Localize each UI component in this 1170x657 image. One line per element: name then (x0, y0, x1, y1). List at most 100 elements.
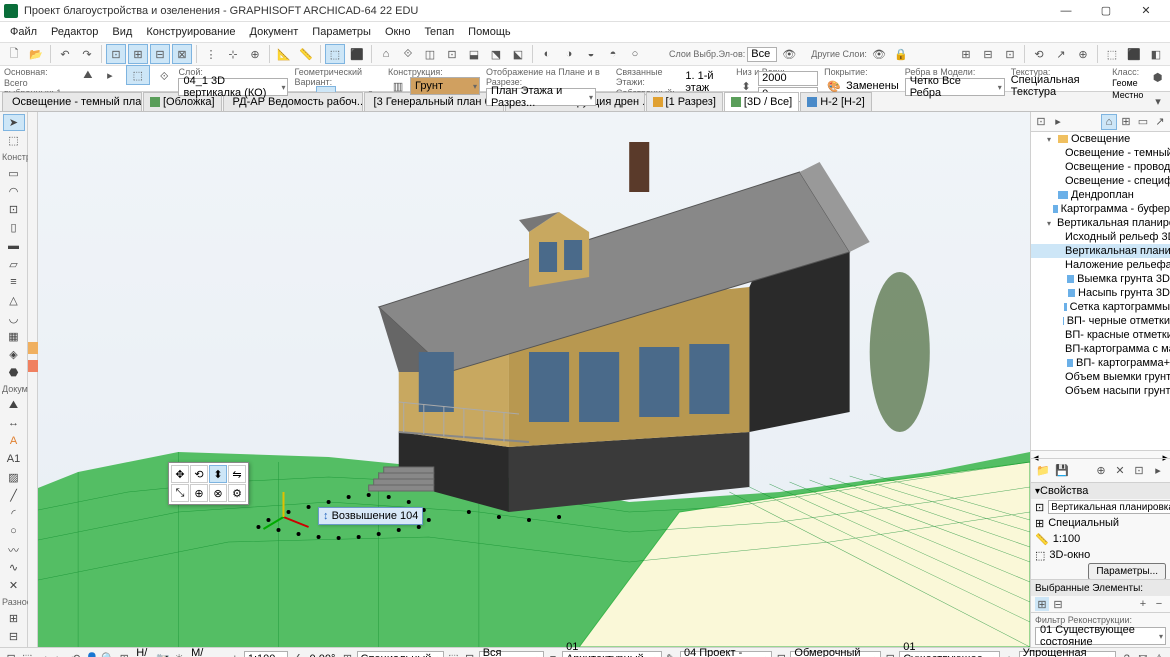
mesh-tool[interactable]: ⛰ (3, 397, 25, 414)
pet-mirror[interactable]: ⇋ (228, 465, 246, 483)
tree-item[interactable]: ▾Вертикальная планировка (1031, 216, 1170, 230)
sb-walk[interactable]: 👤 (85, 650, 99, 657)
tree-item[interactable]: Дендроплан (1031, 188, 1170, 202)
element-icon[interactable]: ⛰ (78, 65, 98, 85)
tab-section[interactable]: [1 Разрез] (646, 92, 723, 111)
layer-vis-3[interactable]: 🔒 (891, 44, 911, 64)
sb-zoom[interactable]: 🔍 (101, 650, 115, 657)
dimension-tool[interactable]: ↔ (3, 415, 25, 432)
sb-orbit[interactable]: ⟲ (69, 650, 83, 657)
class-icon[interactable]: ⬢ (1149, 67, 1166, 87)
tree-item[interactable]: ВП- картограмма+ (1031, 356, 1170, 370)
misc-btn-4[interactable]: ⟲ (1029, 44, 1049, 64)
renovation-filter-combo[interactable]: 01 Существующее состояние (1035, 627, 1166, 645)
column-tool[interactable]: ▯ (3, 219, 25, 236)
fill-tool[interactable]: ▨ (3, 469, 25, 486)
maximize-button[interactable]: ▢ (1086, 0, 1126, 22)
3d-viewport[interactable]: ✥ ⟲ ⬍ ⇋ ⤡ ⊕ ⊗ ⚙ ↕ Возвышение 104 (28, 112, 1030, 647)
grid-button-3[interactable]: ⊕ (245, 44, 265, 64)
pet-offset[interactable]: ⊕ (190, 484, 208, 502)
sb-shading-combo[interactable]: Упрощенная Окра... (1019, 651, 1116, 657)
navigator-tree[interactable]: ▾ОсвещениеОсвещение - темный плаОсвещени… (1031, 132, 1170, 450)
open-button[interactable]: 📂 (26, 44, 46, 64)
minimize-button[interactable]: — (1046, 0, 1086, 22)
nav-tab-layout[interactable]: ▭ (1135, 114, 1151, 130)
polyline-tool[interactable]: 〰 (3, 541, 25, 558)
nav-action-4[interactable]: ▸ (1150, 463, 1166, 479)
sb-layer-icon[interactable]: ≡ (546, 650, 560, 657)
edges-combo[interactable]: Четко Все Ребра (905, 78, 1005, 96)
misc-btn-5[interactable]: ↗ (1051, 44, 1071, 64)
sb-opt-icon-2[interactable]: ⬚ (446, 650, 460, 657)
tool-btn-c[interactable]: ◒ (581, 44, 601, 64)
sb-special-combo[interactable]: Специальный (357, 651, 445, 657)
sel-filter-2[interactable]: ⊟ (1051, 597, 1065, 611)
menu-help[interactable]: Помощь (462, 24, 517, 40)
misc-btn-2[interactable]: ⊟ (978, 44, 998, 64)
tool-btn-d[interactable]: ◓ (603, 44, 623, 64)
3d-button-4[interactable]: ⊡ (442, 44, 462, 64)
tree-item[interactable]: Объем насыпи грунта (1031, 384, 1170, 398)
sb-project-combo[interactable]: 04 Проект - Планы (680, 651, 772, 657)
misc-btn-3[interactable]: ⊡ (1000, 44, 1020, 64)
menu-view[interactable]: Вид (106, 24, 138, 40)
menu-window[interactable]: Окно (379, 24, 417, 40)
elem-sel-value[interactable]: Все (747, 47, 777, 62)
tree-item[interactable]: ВП- черные отметки (1031, 314, 1170, 328)
slab-tool[interactable]: ▱ (3, 256, 25, 273)
sb-override-icon[interactable]: ⊟ (774, 650, 788, 657)
sb-nav-1[interactable]: ◂ (36, 650, 50, 657)
sb-shade-icon[interactable]: ◐ (1002, 650, 1016, 657)
quick-options-button[interactable]: ⊡ (4, 650, 18, 657)
3d-button-7[interactable]: ⬕ (508, 44, 528, 64)
nav-settings-button[interactable]: ▸ (1050, 114, 1066, 130)
sel-remove[interactable]: − (1152, 597, 1166, 611)
sb-reno-icon[interactable]: ⊡ (883, 650, 897, 657)
nav-tab-publisher[interactable]: ↗ (1152, 114, 1168, 130)
misc-btn-8[interactable]: ⬛ (1124, 44, 1144, 64)
3d-button-3[interactable]: ◫ (420, 44, 440, 64)
menu-design[interactable]: Конструирование (140, 24, 241, 40)
roof-tool[interactable]: △ (3, 292, 25, 309)
tree-item[interactable]: Исходный рельеф 3D (1031, 230, 1170, 244)
tree-item[interactable]: Освещение - темный пла (1031, 146, 1170, 160)
hotspot-tool[interactable]: ✕ (3, 577, 25, 594)
sb-pen-icon[interactable]: ✎ (664, 650, 678, 657)
tree-item[interactable]: Сетка картограммы (1031, 300, 1170, 314)
nav-popup-button[interactable]: ⊡ (1033, 114, 1049, 130)
tree-item[interactable]: ▾Освещение (1031, 132, 1170, 146)
tool-btn-a[interactable]: ◐ (537, 44, 557, 64)
window-tool[interactable]: ⊡ (3, 201, 25, 218)
pet-opt[interactable]: ⚙ (228, 484, 246, 502)
nav-delete[interactable]: ✕ (1112, 463, 1128, 479)
nav-clone[interactable]: ⊕ (1093, 463, 1109, 479)
sb-model-combo[interactable]: Вся Модель (479, 651, 544, 657)
misc-btn-9[interactable]: ◧ (1146, 44, 1166, 64)
grid-button-2[interactable]: ⊹ (223, 44, 243, 64)
new-button[interactable]: 🗋 (4, 44, 24, 64)
close-button[interactable]: ✕ (1126, 0, 1166, 22)
3d-button-2[interactable]: ⟐ (398, 44, 418, 64)
nav-action-3[interactable]: ⊡ (1131, 463, 1147, 479)
arrow-tool[interactable]: ➤ (3, 114, 25, 131)
misc-btn-7[interactable]: ⬚ (1102, 44, 1122, 64)
nav-save-view[interactable]: 💾 (1054, 463, 1070, 479)
pet-stretch[interactable]: ⤡ (171, 484, 189, 502)
sb-zoom-in[interactable]: + (228, 650, 242, 657)
pet-move[interactable]: ✥ (171, 465, 189, 483)
beam-tool[interactable]: ▬ (3, 237, 25, 254)
tab-h2[interactable]: Н-2 [Н-2] (800, 92, 872, 111)
snap-button-2[interactable]: ⊞ (128, 44, 148, 64)
sb-survey-combo[interactable]: Обмерочный план (790, 651, 881, 657)
more-tool-2[interactable]: ⊟ (3, 628, 25, 645)
sb-sun[interactable]: ☀ (172, 650, 186, 657)
line-tool[interactable]: ╱ (3, 487, 25, 504)
layer-combo[interactable]: 04_1 3D вертикалка (КО) (178, 78, 288, 96)
shell-tool[interactable]: ◡ (3, 310, 25, 327)
pet-elevate[interactable]: ⬍ (209, 465, 227, 483)
wall-tool[interactable]: ▭ (3, 165, 25, 182)
snap-button-4[interactable]: ⊠ (172, 44, 192, 64)
grid-button-1[interactable]: ⋮ (201, 44, 221, 64)
tree-item[interactable]: Объем выемки грунта (1031, 370, 1170, 384)
sel-add[interactable]: + (1136, 597, 1150, 611)
